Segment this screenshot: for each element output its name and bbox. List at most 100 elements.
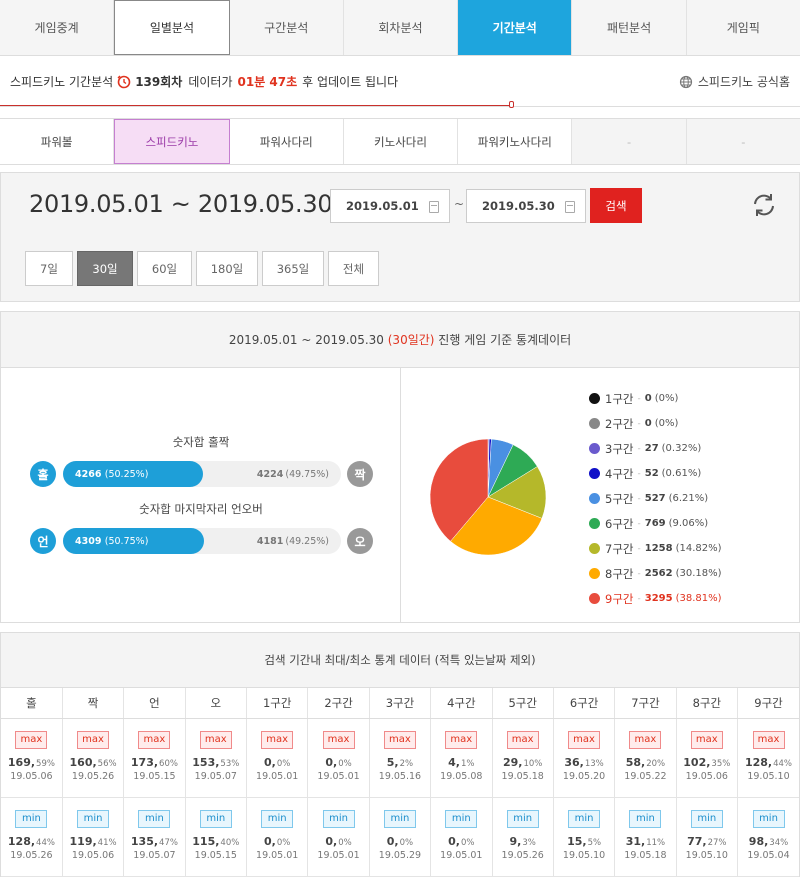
min-count: 115, — [192, 834, 220, 848]
max-count: 29, — [502, 755, 523, 769]
period-365d-button[interactable]: 365일 — [262, 251, 324, 286]
refresh-icon[interactable] — [750, 191, 778, 219]
maxmin-column-header: 8구간 — [676, 688, 739, 719]
date-range-title: 2019.05.01 ~ 2019.05.30 — [29, 190, 333, 218]
section-pie-section: 1구간 -0 (0%) 2구간 -0 (0%) 3구간 -27 (0.32%) 4구간 -52 (0.… — [401, 368, 799, 622]
search-button[interactable]: 검색 — [590, 188, 642, 223]
period-all-button[interactable]: 전체 — [328, 251, 379, 286]
over-value: 4181 (49.25%) — [257, 528, 329, 554]
maxmin-min-cell: min 128,44% 19.05.26 — [1, 797, 63, 877]
max-value: 0,0% — [308, 756, 368, 769]
min-value: 135,47% — [124, 835, 184, 848]
start-date-input[interactable]: 2019.05.01 — [330, 189, 450, 223]
pie-legend: 1구간 -0 (0%) 2구간 -0 (0%) 3구간 -27 (0.32%) 4구간 -52 (0.… — [589, 386, 722, 611]
tab-powerball[interactable]: 파워볼 — [0, 119, 115, 164]
tab-speed-keno[interactable]: 스피드키노 — [114, 119, 230, 164]
min-badge: min — [568, 809, 601, 828]
end-date-value: 2019.05.30 — [482, 199, 555, 213]
legend-percent: (14.82%) — [675, 543, 722, 554]
legend-color-dot — [589, 418, 600, 429]
tab-pattern-analysis[interactable]: 패턴분석 — [572, 0, 687, 55]
max-badge: max — [506, 730, 539, 749]
legend-count: 0 — [644, 393, 652, 404]
tab-period-analysis[interactable]: 기간분석 — [458, 0, 573, 55]
even-value: 4224 (49.75%) — [257, 461, 329, 487]
date-separator: ~ — [454, 197, 465, 211]
maxmin-min-cell: min 9,3% 19.05.26 — [492, 797, 554, 877]
info-prefix: 스피드키노 기간분석 — [10, 75, 114, 89]
max-percent: 53% — [220, 758, 240, 769]
maxmin-max-cell: max 128,44% 19.05.10 — [737, 718, 799, 798]
max-percent: 44% — [773, 758, 793, 769]
maxmin-min-cell: min 0,0% 19.05.01 — [307, 797, 370, 877]
min-count: 135, — [130, 834, 159, 848]
legend-count: 52 — [644, 468, 659, 479]
under-pct: (50.75%) — [104, 535, 149, 547]
maxmin-column-header: 1구간 — [246, 688, 309, 719]
over-pct: (49.25%) — [285, 535, 329, 547]
official-home-label: 스피드키노 공식홈 — [697, 75, 790, 89]
max-badge: max — [629, 730, 662, 749]
min-percent: 0% — [276, 837, 291, 848]
legend-item-7: 7구간 -1258 (14.82%) — [589, 536, 722, 561]
max-date: 19.05.22 — [624, 770, 667, 782]
tab-power-ladder[interactable]: 파워사다리 — [229, 119, 344, 164]
max-percent: 56% — [97, 758, 117, 769]
tab-game-relay[interactable]: 게임중계 — [0, 0, 115, 55]
max-date: 19.05.07 — [194, 770, 237, 782]
max-badge: max — [445, 730, 478, 749]
min-count: 119, — [69, 834, 97, 848]
max-date: 19.05.20 — [562, 770, 606, 782]
min-count: 77, — [687, 834, 707, 848]
tab-game-pick[interactable]: 게임픽 — [686, 0, 800, 55]
tab-round-analysis[interactable]: 회차분석 — [343, 0, 459, 55]
min-percent: 27% — [707, 837, 727, 848]
legend-label: 1구간 — [605, 391, 634, 406]
max-value: 36,13% — [554, 756, 614, 769]
min-percent: 5% — [587, 837, 602, 848]
max-value: 58,20% — [615, 756, 675, 769]
max-date: 19.05.16 — [378, 770, 422, 782]
calendar-icon — [565, 201, 575, 213]
period-7d-button[interactable]: 7일 — [25, 251, 73, 286]
max-value: 153,53% — [186, 756, 246, 769]
legend-percent: (38.81%) — [675, 593, 722, 604]
period-180d-button[interactable]: 180일 — [196, 251, 258, 286]
max-badge: max — [690, 730, 723, 749]
period-60d-button[interactable]: 60일 — [137, 251, 192, 286]
maxmin-min-cell: min 0,0% 19.05.01 — [430, 797, 493, 877]
min-count: 0, — [264, 834, 276, 848]
min-count: 9, — [509, 834, 522, 848]
tab-daily-analysis[interactable]: 일별분석 — [114, 0, 230, 55]
info-suffix: 후 업데이트 됩니다 — [302, 75, 399, 89]
min-date: 19.05.26 — [10, 849, 53, 861]
tab-section-analysis[interactable]: 구간분석 — [229, 0, 344, 55]
period-30d-button[interactable]: 30일 — [77, 251, 133, 286]
maxmin-column-header: 6구간 — [553, 688, 616, 719]
min-percent: 0% — [338, 837, 352, 848]
max-count: 169, — [7, 755, 36, 769]
max-badge: max — [138, 730, 171, 749]
tab-power-keno-ladder[interactable]: 파워키노사다리 — [458, 119, 573, 164]
stats-header-range: 2019.05.01 ~ 2019.05.30 — [228, 332, 384, 347]
max-percent: 13% — [584, 758, 604, 769]
legend-separator: - — [637, 443, 641, 454]
end-date-input[interactable]: 2019.05.30 — [466, 189, 586, 223]
maxmin-max-cell: max 0,0% 19.05.01 — [246, 718, 309, 798]
maxmin-column-header: 오 — [185, 688, 248, 719]
min-badge: min — [322, 809, 355, 828]
maxmin-min-cell: min 31,11% 19.05.18 — [614, 797, 677, 877]
min-date: 19.05.10 — [562, 849, 606, 861]
tab-keno-ladder[interactable]: 키노사다리 — [343, 119, 459, 164]
maxmin-max-cell: max 0,0% 19.05.01 — [307, 718, 370, 798]
max-badge: max — [383, 730, 416, 749]
min-percent: 44% — [36, 837, 55, 848]
legend-separator: - — [637, 543, 641, 554]
maxmin-max-cell: max 173,60% 19.05.15 — [123, 718, 186, 798]
min-badge: min — [752, 809, 785, 828]
official-home-link[interactable]: 스피드키노 공식홈 — [679, 73, 790, 90]
max-count: 0, — [264, 755, 276, 769]
max-date: 19.05.08 — [440, 770, 483, 782]
maxmin-column-header: 언 — [123, 688, 186, 719]
min-date: 19.05.29 — [378, 849, 422, 861]
